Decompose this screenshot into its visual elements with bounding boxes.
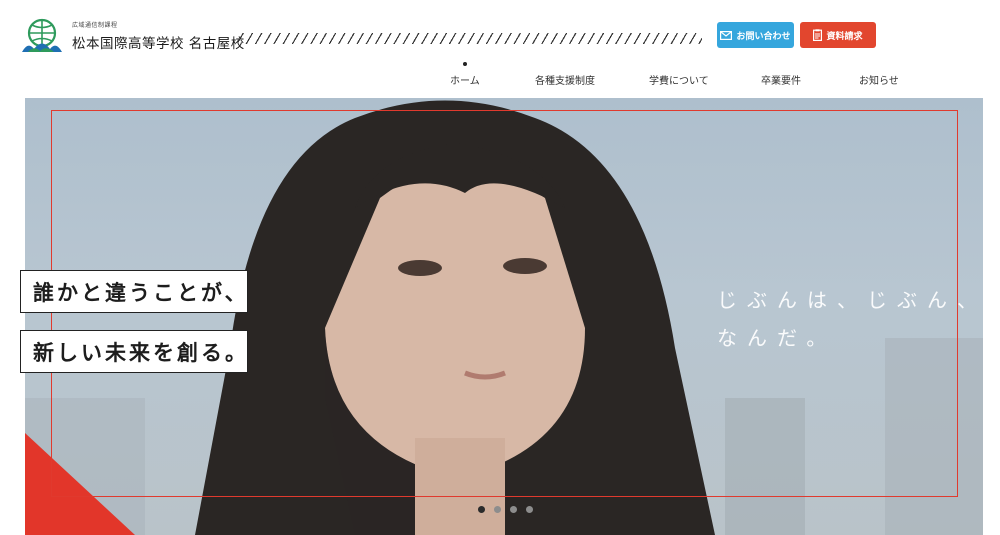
slider-dot-1[interactable] [478,506,485,513]
contact-button[interactable]: お問い合わせ [717,22,794,48]
request-materials-button[interactable]: 資料請求 [800,22,876,48]
site-header: 広域通信制課程 松本国際高等学校 名古屋校 お問い合わせ 資料請求 ホーム 各種… [0,0,1000,98]
contact-button-label: お問い合わせ [736,31,791,42]
logo-subtitle: 広域通信制課程 [72,22,118,29]
hero-tagline-line-1: じぶんは、じぶん、 [717,288,987,312]
slider-dot-2[interactable] [494,506,501,513]
document-icon [813,29,823,41]
slider-dot-3[interactable] [510,506,517,513]
hero-tagline-line-2: なんだ。 [717,326,837,350]
decorative-hatch-line [238,33,702,44]
mail-icon [720,30,733,40]
hero-photo-student [25,100,983,535]
slider-pagination [478,506,533,513]
hero-catch-line-2: 新しい未来を創る。 [20,330,248,373]
nav-item-tuition[interactable]: 学費について [649,72,709,87]
nav-item-support-programs[interactable]: 各種支援制度 [535,72,595,87]
nav-item-news[interactable]: お知らせ [859,72,899,87]
hero-slider [25,98,983,535]
hero-catch-line-1: 誰かと違うことが、 [20,270,248,313]
nav-item-graduation-requirements[interactable]: 卒業要件 [761,72,801,87]
request-button-label: 資料請求 [826,31,863,42]
decorative-red-triangle [25,433,135,535]
main-navigation: ホーム 各種支援制度 学費について 卒業要件 お知らせ [0,66,1000,90]
slider-dot-4[interactable] [526,506,533,513]
nav-active-indicator [463,62,467,66]
nav-item-home[interactable]: ホーム [450,72,480,87]
school-logo[interactable]: 広域通信制課程 松本国際高等学校 名古屋校 [20,16,244,56]
logo-title: 松本国際高等学校 名古屋校 [72,36,245,52]
logo-emblem-icon [22,18,62,52]
